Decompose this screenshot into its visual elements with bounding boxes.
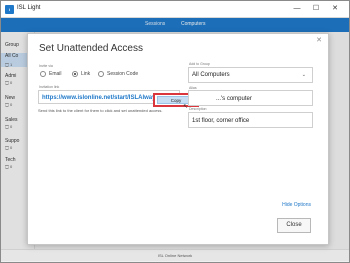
app-title: ISL Light — [17, 5, 41, 11]
invitation-link-text: https://www.islonline.net/start/ISLAlway… — [42, 95, 159, 101]
dialog-close-icon[interactable]: ✕ — [316, 36, 322, 44]
invite-email-label: Email — [49, 71, 62, 77]
app-window: i ISL Light — ☐ ✕ Sessions Computers Gro… — [0, 0, 350, 263]
invite-via-label: Invite via — [39, 64, 53, 68]
title-bar: i ISL Light — ☐ ✕ — [1, 1, 349, 18]
group-select[interactable]: All Computers ⌄ — [188, 67, 313, 83]
group-select-value: All Computers — [192, 72, 230, 78]
invite-method-group: Email Link Session Code — [38, 71, 178, 79]
maximize-button[interactable]: ☐ — [308, 2, 324, 16]
minimize-button[interactable]: — — [289, 2, 305, 16]
invite-session-code-label: Session Code — [107, 71, 139, 77]
invitation-help-text: Send this link to the client for them to… — [38, 108, 163, 113]
isl-logo-icon: i — [5, 5, 14, 14]
invite-session-code-radio[interactable] — [98, 71, 104, 77]
dialog-title: Set Unattended Access — [39, 43, 143, 54]
alias-value: ...'s computer — [216, 96, 252, 102]
invitation-link-label: Invitation link — [39, 85, 60, 89]
alias-field[interactable]: ...'s computer — [188, 90, 313, 106]
description-value: 1st floor, corner office — [192, 118, 250, 124]
invite-link-label: Link — [81, 71, 91, 77]
invite-email-radio[interactable] — [40, 71, 46, 77]
add-to-group-label: Add to Group — [189, 62, 210, 66]
hide-options-link[interactable]: Hide Options — [282, 202, 311, 208]
invite-link-radio[interactable] — [72, 71, 78, 77]
description-label: Description — [189, 107, 207, 111]
status-bar: ISL Online Network — [1, 249, 349, 261]
description-field[interactable]: 1st floor, corner office — [188, 112, 313, 128]
close-button[interactable]: Close — [277, 218, 311, 233]
window-close-button[interactable]: ✕ — [327, 2, 343, 16]
set-unattended-access-dialog: Set Unattended Access ✕ Invite via Email… — [27, 33, 329, 245]
chevron-down-icon: ⌄ — [301, 72, 306, 78]
